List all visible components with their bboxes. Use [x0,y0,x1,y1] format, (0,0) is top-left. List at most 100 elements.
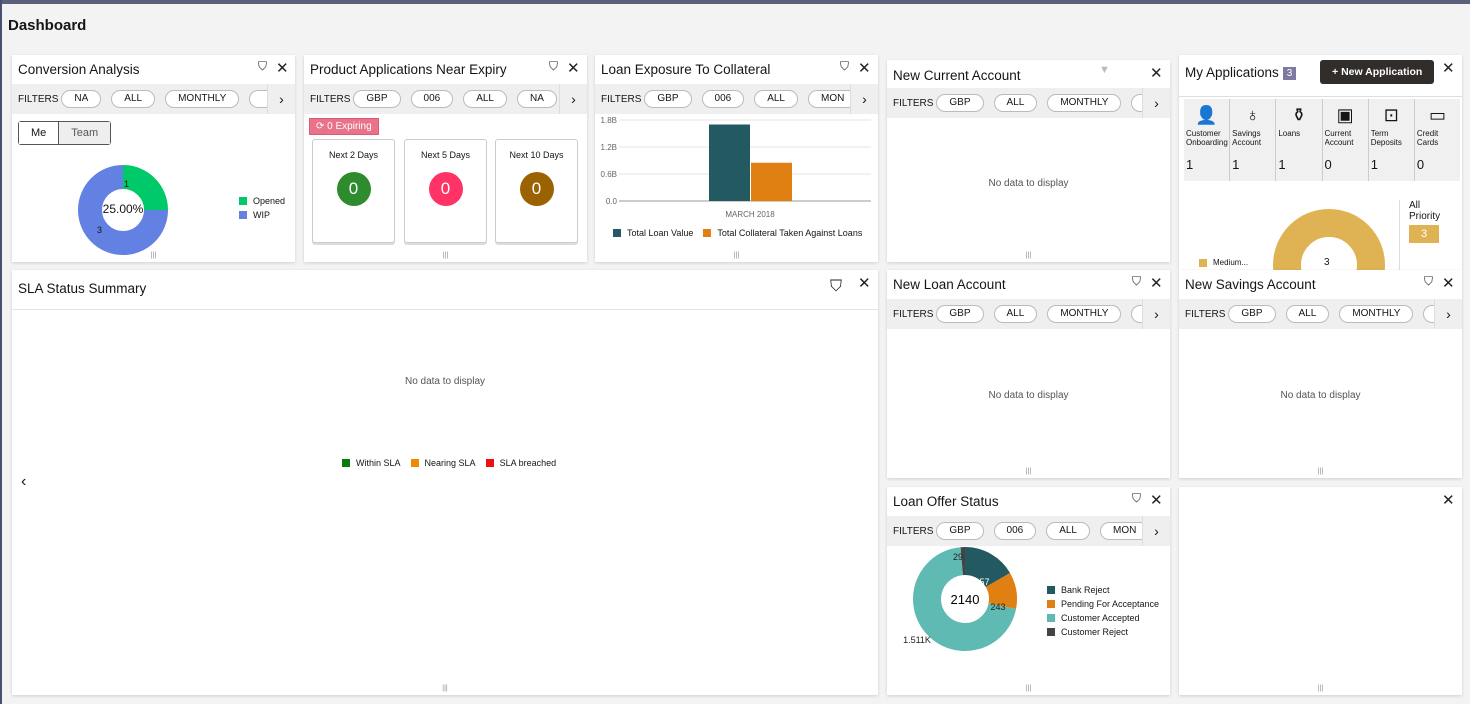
chevron-right-icon[interactable]: › [559,84,587,114]
no-data-message: No data to display [1280,390,1361,401]
filter-chip[interactable]: ALL [111,90,156,108]
filter-chip[interactable]: GBP [644,90,692,108]
filter-icon[interactable]: ⛉ [258,59,267,74]
filter-icon[interactable]: ⛉ [1424,274,1433,289]
resize-handle[interactable]: ||| [1026,252,1031,259]
y-tick-label: 1.8B [601,116,617,125]
chevron-left-icon[interactable]: ‹ [21,473,26,491]
filters-label: FILTERS [310,93,351,105]
close-icon[interactable]: ✕ [858,59,871,77]
app-type-1[interactable]: ♁ Savings Account 1 [1230,99,1277,181]
app-type-4[interactable]: ⊡ Term Deposits 1 [1369,99,1415,181]
close-icon[interactable]: ✕ [1442,491,1455,509]
resize-handle[interactable]: ||| [734,252,739,259]
me-button[interactable]: Me [19,122,60,144]
close-icon[interactable]: ✕ [1442,59,1455,77]
no-data-message: No data to display [404,376,486,387]
filters-label: FILTERS [601,93,642,105]
filter-icon[interactable]: ⛉ [1132,491,1141,506]
filter-icon[interactable]: ▼ [1099,64,1110,76]
filter-chip[interactable]: GBP [936,305,984,323]
filter-chip[interactable]: GBP [936,522,984,540]
slice-label: 1.511K [903,635,931,645]
resize-handle[interactable]: ||| [442,685,447,692]
new-application-button[interactable]: + New Application [1320,60,1435,84]
legend-wip: WIP [239,210,285,220]
chevron-right-icon[interactable]: › [1142,299,1170,329]
app-type-2[interactable]: ⚱ Loans 1 [1276,99,1323,181]
legend-item: Customer Reject [1047,627,1159,637]
filter-chip[interactable]: GBP [1228,305,1276,323]
close-icon[interactable]: ✕ [276,59,289,77]
filter-chip[interactable]: 006 [993,522,1037,540]
y-tick-label: 0.6B [601,170,617,179]
close-icon[interactable]: ✕ [1442,274,1455,292]
resize-handle[interactable]: ||| [1026,468,1031,475]
slice-label: 1 [124,179,130,189]
tile-next-5-days[interactable]: Next 5 Days 0 [404,139,487,243]
y-tick-label: 0.0 [606,197,618,206]
filter-chip[interactable]: NA [517,90,557,108]
close-icon[interactable]: ✕ [858,274,871,292]
expiring-badge[interactable]: ⟳ 0 Expiring [309,118,379,135]
filter-icon[interactable]: ⛉ [1132,274,1141,289]
filter-chip[interactable]: 006 [701,90,745,108]
card-title: New Loan Account [893,277,1006,292]
tile-next-10-days[interactable]: Next 10 Days 0 [495,139,578,243]
filter-icon[interactable]: ⛉ [549,59,558,74]
legend-sla-breached: SLA breached [485,458,556,468]
resize-handle[interactable]: ||| [443,252,448,259]
filter-chip[interactable]: GBP [353,90,401,108]
team-button[interactable]: Team [59,122,111,144]
tile-next-2-days[interactable]: Next 2 Days 0 [312,139,395,243]
filter-chip[interactable]: ALL [754,90,798,108]
close-icon[interactable]: ✕ [1150,491,1163,509]
app-type-label: Credit Cards [1416,129,1439,147]
chevron-right-icon[interactable]: › [1142,516,1170,546]
app-type-3[interactable]: ▣ Current Account 0 [1323,99,1369,181]
priority-count[interactable]: 3 [1409,225,1439,243]
chevron-right-icon[interactable]: › [850,84,878,114]
filter-chip[interactable]: MONTHLY [1047,305,1122,323]
filter-chip[interactable]: MONTHLY [165,90,240,108]
new-savings-account-card: New Savings Account ⛉ ✕ FILTERS GBP ALL MON… [1179,270,1462,478]
filter-chip[interactable]: ALL [993,94,1038,112]
resize-handle[interactable]: ||| [151,252,156,259]
chevron-right-icon[interactable]: › [1434,299,1462,329]
filter-chip[interactable]: ALL [463,90,507,108]
legend-total-collateral: Total Collateral Taken Against Loans [703,228,862,238]
filter-chip[interactable]: MONTHLY [1339,305,1414,323]
card-title: New Savings Account [1185,277,1316,292]
filter-chip[interactable]: ALL [993,305,1038,323]
filter-chip[interactable]: NA [61,90,102,108]
app-type-count: 1 [1232,157,1240,172]
resize-handle[interactable]: ||| [1318,685,1323,692]
filter-chip[interactable]: MONTHLY [1047,94,1122,112]
legend-nearing-sla: Nearing SLA [410,458,476,468]
filter-chip[interactable]: ALL [1046,522,1090,540]
loan-offer-donut: 2140 357 243 1.511K 29 [903,547,1017,651]
empty-widget-card: ✕ ||| [1179,487,1462,695]
bar-0 [709,124,750,201]
close-icon[interactable]: ✕ [567,59,580,77]
bar-1 [751,162,792,201]
filter-chip[interactable]: 006 [410,90,454,108]
filter-icon[interactable]: ⛉ [830,278,842,296]
resize-handle[interactable]: ||| [1318,468,1323,475]
app-type-5[interactable]: ▭ Credit Cards 0 [1415,99,1460,181]
safe-icon: ⊡ [1383,105,1399,125]
resize-handle[interactable]: ||| [1026,685,1031,692]
close-icon[interactable]: ✕ [1150,274,1163,292]
filter-chip[interactable]: ALL [1285,305,1330,323]
app-type-0[interactable]: 👤 Customer Onboarding 1 [1184,99,1231,181]
close-icon[interactable]: ✕ [1150,64,1163,82]
legend-item: Pending For Acceptance [1047,599,1159,609]
chevron-right-icon[interactable]: › [267,84,295,114]
chevron-right-icon[interactable]: › [1142,88,1170,118]
filter-icon[interactable]: ⛉ [840,59,849,74]
app-type-count: 1 [1278,157,1286,172]
app-type-count: 1 [1186,157,1194,172]
filter-chip[interactable]: GBP [936,94,984,112]
legend-medium: Medium... [1199,258,1248,267]
page-title: Dashboard [8,17,87,34]
